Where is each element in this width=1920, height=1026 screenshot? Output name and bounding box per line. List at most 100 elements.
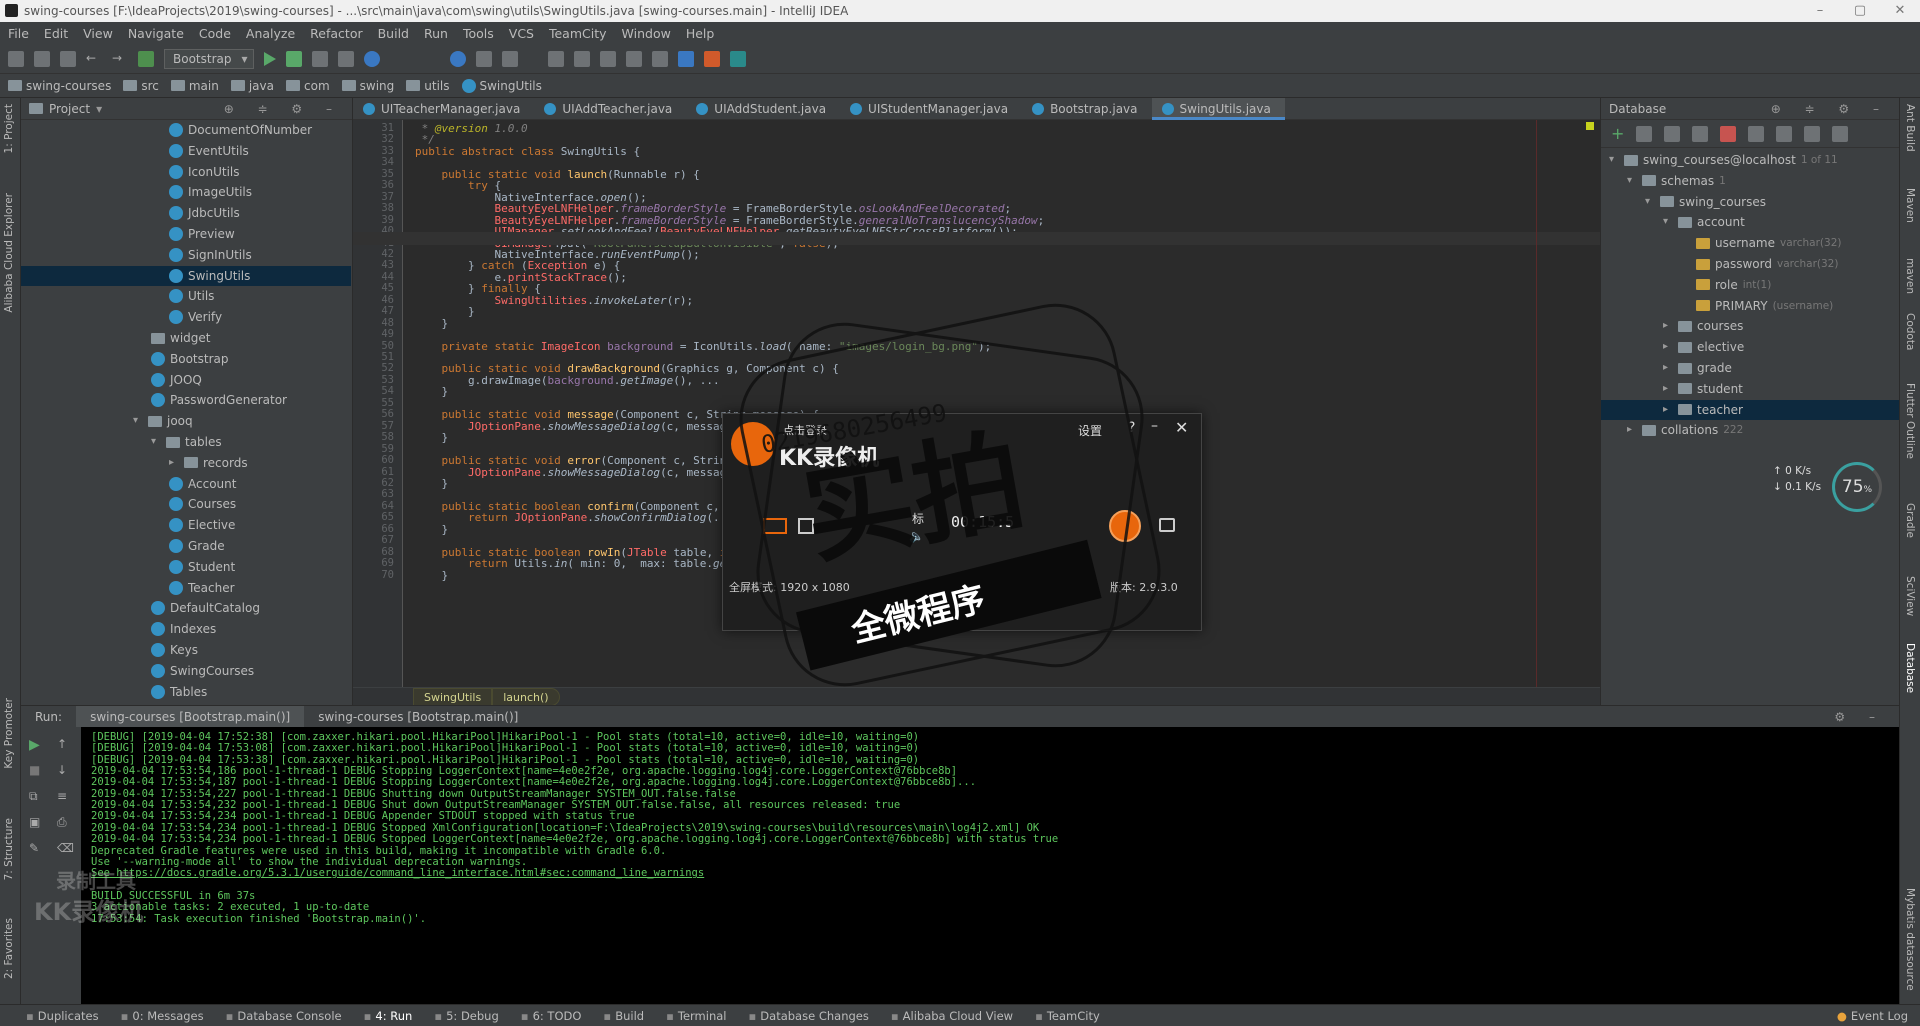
db-item-swing_courses[interactable]: ▾ swing_courses bbox=[1601, 192, 1899, 212]
toolwindow-button[interactable]: ▪ Database Changes bbox=[749, 1009, 869, 1023]
plugin-icon[interactable] bbox=[678, 50, 695, 67]
window-mode-icon[interactable] bbox=[798, 518, 814, 534]
panel-actions[interactable]: ⊕ ≑ ⚙ – bbox=[224, 102, 342, 116]
toolwindow-button[interactable]: ▪ Build bbox=[603, 1009, 644, 1023]
help-icon[interactable] bbox=[364, 50, 381, 67]
menu-item-help[interactable]: Help bbox=[686, 26, 715, 41]
tree-item-defaultcatalog[interactable]: DefaultCatalog bbox=[93, 598, 260, 618]
maven-tool-button[interactable]: Maven bbox=[1904, 188, 1916, 223]
synchronize-icon[interactable] bbox=[60, 50, 76, 67]
db-item-username[interactable]: username varchar(32) bbox=[1601, 233, 1899, 253]
breadcrumb-item[interactable]: swing bbox=[341, 79, 394, 93]
pin-icon[interactable]: ✎ bbox=[29, 841, 39, 855]
breadcrumb-item[interactable]: java bbox=[230, 79, 274, 93]
minimize-icon[interactable]: – bbox=[1151, 418, 1158, 434]
db-item-account[interactable]: ▾ account bbox=[1601, 212, 1899, 232]
favorites-tool-button[interactable]: 2: Favorites bbox=[3, 918, 15, 979]
flutter-outline-tool-button[interactable]: Flutter Outline bbox=[1904, 383, 1916, 459]
menu-item-navigate[interactable]: Navigate bbox=[128, 26, 184, 41]
chevron-right-icon[interactable]: ▸ bbox=[1627, 420, 1637, 440]
tree-item-documentofnumber[interactable]: DocumentOfNumber bbox=[111, 120, 312, 140]
camera-icon[interactable]: ▣ bbox=[29, 815, 40, 829]
rerun-icon[interactable]: ▶ bbox=[29, 737, 40, 753]
breadcrumb-item[interactable]: src bbox=[123, 79, 159, 93]
tree-item-indexes[interactable]: Indexes bbox=[93, 619, 216, 639]
stop-icon[interactable] bbox=[1720, 125, 1737, 142]
tree-item-utils[interactable]: Utils bbox=[111, 286, 214, 306]
event-log-button[interactable]: ● Event Log bbox=[1837, 1009, 1908, 1023]
tree-item-verify[interactable]: Verify bbox=[111, 307, 222, 327]
sync-icon[interactable] bbox=[1664, 125, 1681, 142]
db-item-student[interactable]: ▸ student bbox=[1601, 379, 1899, 399]
menu-item-tools[interactable]: Tools bbox=[463, 26, 494, 41]
chevron-right-icon[interactable]: ▸ bbox=[1663, 400, 1673, 420]
profile-icon[interactable] bbox=[338, 50, 355, 67]
menu-item-code[interactable]: Code bbox=[199, 26, 231, 41]
tree-item-preview[interactable]: Preview bbox=[111, 224, 235, 244]
tree-item-eventutils[interactable]: EventUtils bbox=[111, 141, 249, 161]
menu-item-vcs[interactable]: VCS bbox=[509, 26, 534, 41]
tree-item-courses[interactable]: Courses bbox=[111, 494, 236, 514]
tree-item-keys[interactable]: Keys bbox=[93, 640, 198, 660]
db-item-swing_courses@localhost[interactable]: ▾ swing_courses@localhost 1 of 11 bbox=[1601, 150, 1899, 170]
db-item-collations[interactable]: ▸ collations 222 bbox=[1601, 420, 1899, 440]
run-icon[interactable] bbox=[264, 51, 277, 66]
toolwindow-button[interactable]: ▪ 0: Messages bbox=[121, 1009, 204, 1023]
editor-tab[interactable]: SwingUtils.java bbox=[1151, 97, 1285, 120]
project-structure-icon[interactable] bbox=[574, 50, 591, 67]
hammer-build-icon[interactable] bbox=[138, 50, 154, 67]
tree-item-tables[interactable]: Tables bbox=[93, 682, 207, 702]
menu-item-window[interactable]: Window bbox=[622, 26, 671, 41]
toolwindow-button[interactable]: ▪ TeamCity bbox=[1035, 1009, 1100, 1023]
click-login[interactable]: 点击登录 bbox=[783, 422, 827, 438]
tree-item-jooq[interactable]: ▾ jooq bbox=[75, 411, 193, 431]
coverage-icon[interactable] bbox=[312, 50, 329, 67]
db-item-grade[interactable]: ▸ grade bbox=[1601, 358, 1899, 378]
tree-item-jdbcutils[interactable]: JdbcUtils bbox=[111, 203, 240, 223]
tree-item-elective[interactable]: Elective bbox=[111, 515, 235, 535]
chevron-down-icon[interactable]: ▾ bbox=[1645, 192, 1655, 212]
minimize-icon[interactable]: – bbox=[1800, 0, 1840, 22]
tree-item-teacher[interactable]: Teacher bbox=[111, 578, 235, 598]
chevron-down-icon[interactable]: ▾ bbox=[1609, 150, 1619, 170]
toolwindow-button[interactable]: ▪ 5: Debug bbox=[434, 1009, 498, 1023]
vcs-icon[interactable] bbox=[502, 50, 519, 67]
my-recordings-link[interactable]: 我的录像 bbox=[815, 607, 859, 623]
close-icon[interactable]: ✕ bbox=[1880, 0, 1920, 22]
console-icon[interactable] bbox=[1804, 125, 1821, 142]
database-icon[interactable] bbox=[652, 50, 669, 67]
chevron-down-icon[interactable]: ▾ bbox=[1663, 212, 1673, 232]
db-item-courses[interactable]: ▸ courses bbox=[1601, 316, 1899, 336]
crumb-method[interactable]: launch() bbox=[492, 687, 560, 706]
chevron-down-icon[interactable]: ▾ bbox=[96, 102, 102, 116]
editor-tab[interactable]: UIAddTeacher.java bbox=[534, 98, 686, 120]
history-icon[interactable] bbox=[476, 50, 493, 67]
menu-item-refactor[interactable]: Refactor bbox=[310, 26, 362, 41]
record-button[interactable] bbox=[1109, 510, 1141, 542]
toolwindow-button[interactable]: ▪ 4: Run bbox=[364, 1009, 413, 1023]
terminal-icon[interactable] bbox=[600, 50, 617, 67]
forward-icon[interactable]: → bbox=[112, 51, 128, 67]
tree-item-swingutils[interactable]: SwingUtils bbox=[21, 265, 351, 286]
db-item-schemas[interactable]: ▾ schemas 1 bbox=[1601, 171, 1899, 191]
scroll-up-icon[interactable]: ↑ bbox=[57, 737, 67, 751]
menu-item-build[interactable]: Build bbox=[378, 26, 409, 41]
tree-item-passwordgenerator[interactable]: PasswordGenerator bbox=[93, 390, 287, 410]
maximize-icon[interactable]: ▢ bbox=[1840, 0, 1880, 22]
db-item-primary[interactable]: PRIMARY (username) bbox=[1601, 296, 1899, 316]
db-item-password[interactable]: password varchar(32) bbox=[1601, 254, 1899, 274]
project-panel-title[interactable]: Project bbox=[49, 102, 90, 116]
editor-tab[interactable]: UITeacherManager.java bbox=[353, 98, 534, 120]
properties-icon[interactable] bbox=[1692, 125, 1709, 142]
update-icon[interactable] bbox=[450, 50, 467, 67]
run-console[interactable]: ▶ ↑ ■ ↓ ⧉ ≡ ▣ ⎙ ✎ ⌫ [DEBUG] [2019-04-04 … bbox=[21, 727, 1899, 1004]
chevron-right-icon[interactable]: ▸ bbox=[1663, 337, 1673, 357]
chevron-right-icon[interactable]: ▸ bbox=[1663, 316, 1673, 336]
menu-item-run[interactable]: Run bbox=[424, 26, 448, 41]
panel-actions[interactable]: ⊕ ≑ ⚙ – bbox=[1771, 102, 1889, 116]
tree-item-swingcourses[interactable]: SwingCourses bbox=[93, 661, 254, 681]
close-icon[interactable]: ✕ bbox=[1175, 418, 1188, 437]
stop-icon[interactable]: ■ bbox=[29, 763, 40, 777]
tree-item-account[interactable]: Account bbox=[111, 474, 236, 494]
edit-icon[interactable] bbox=[1776, 125, 1793, 142]
